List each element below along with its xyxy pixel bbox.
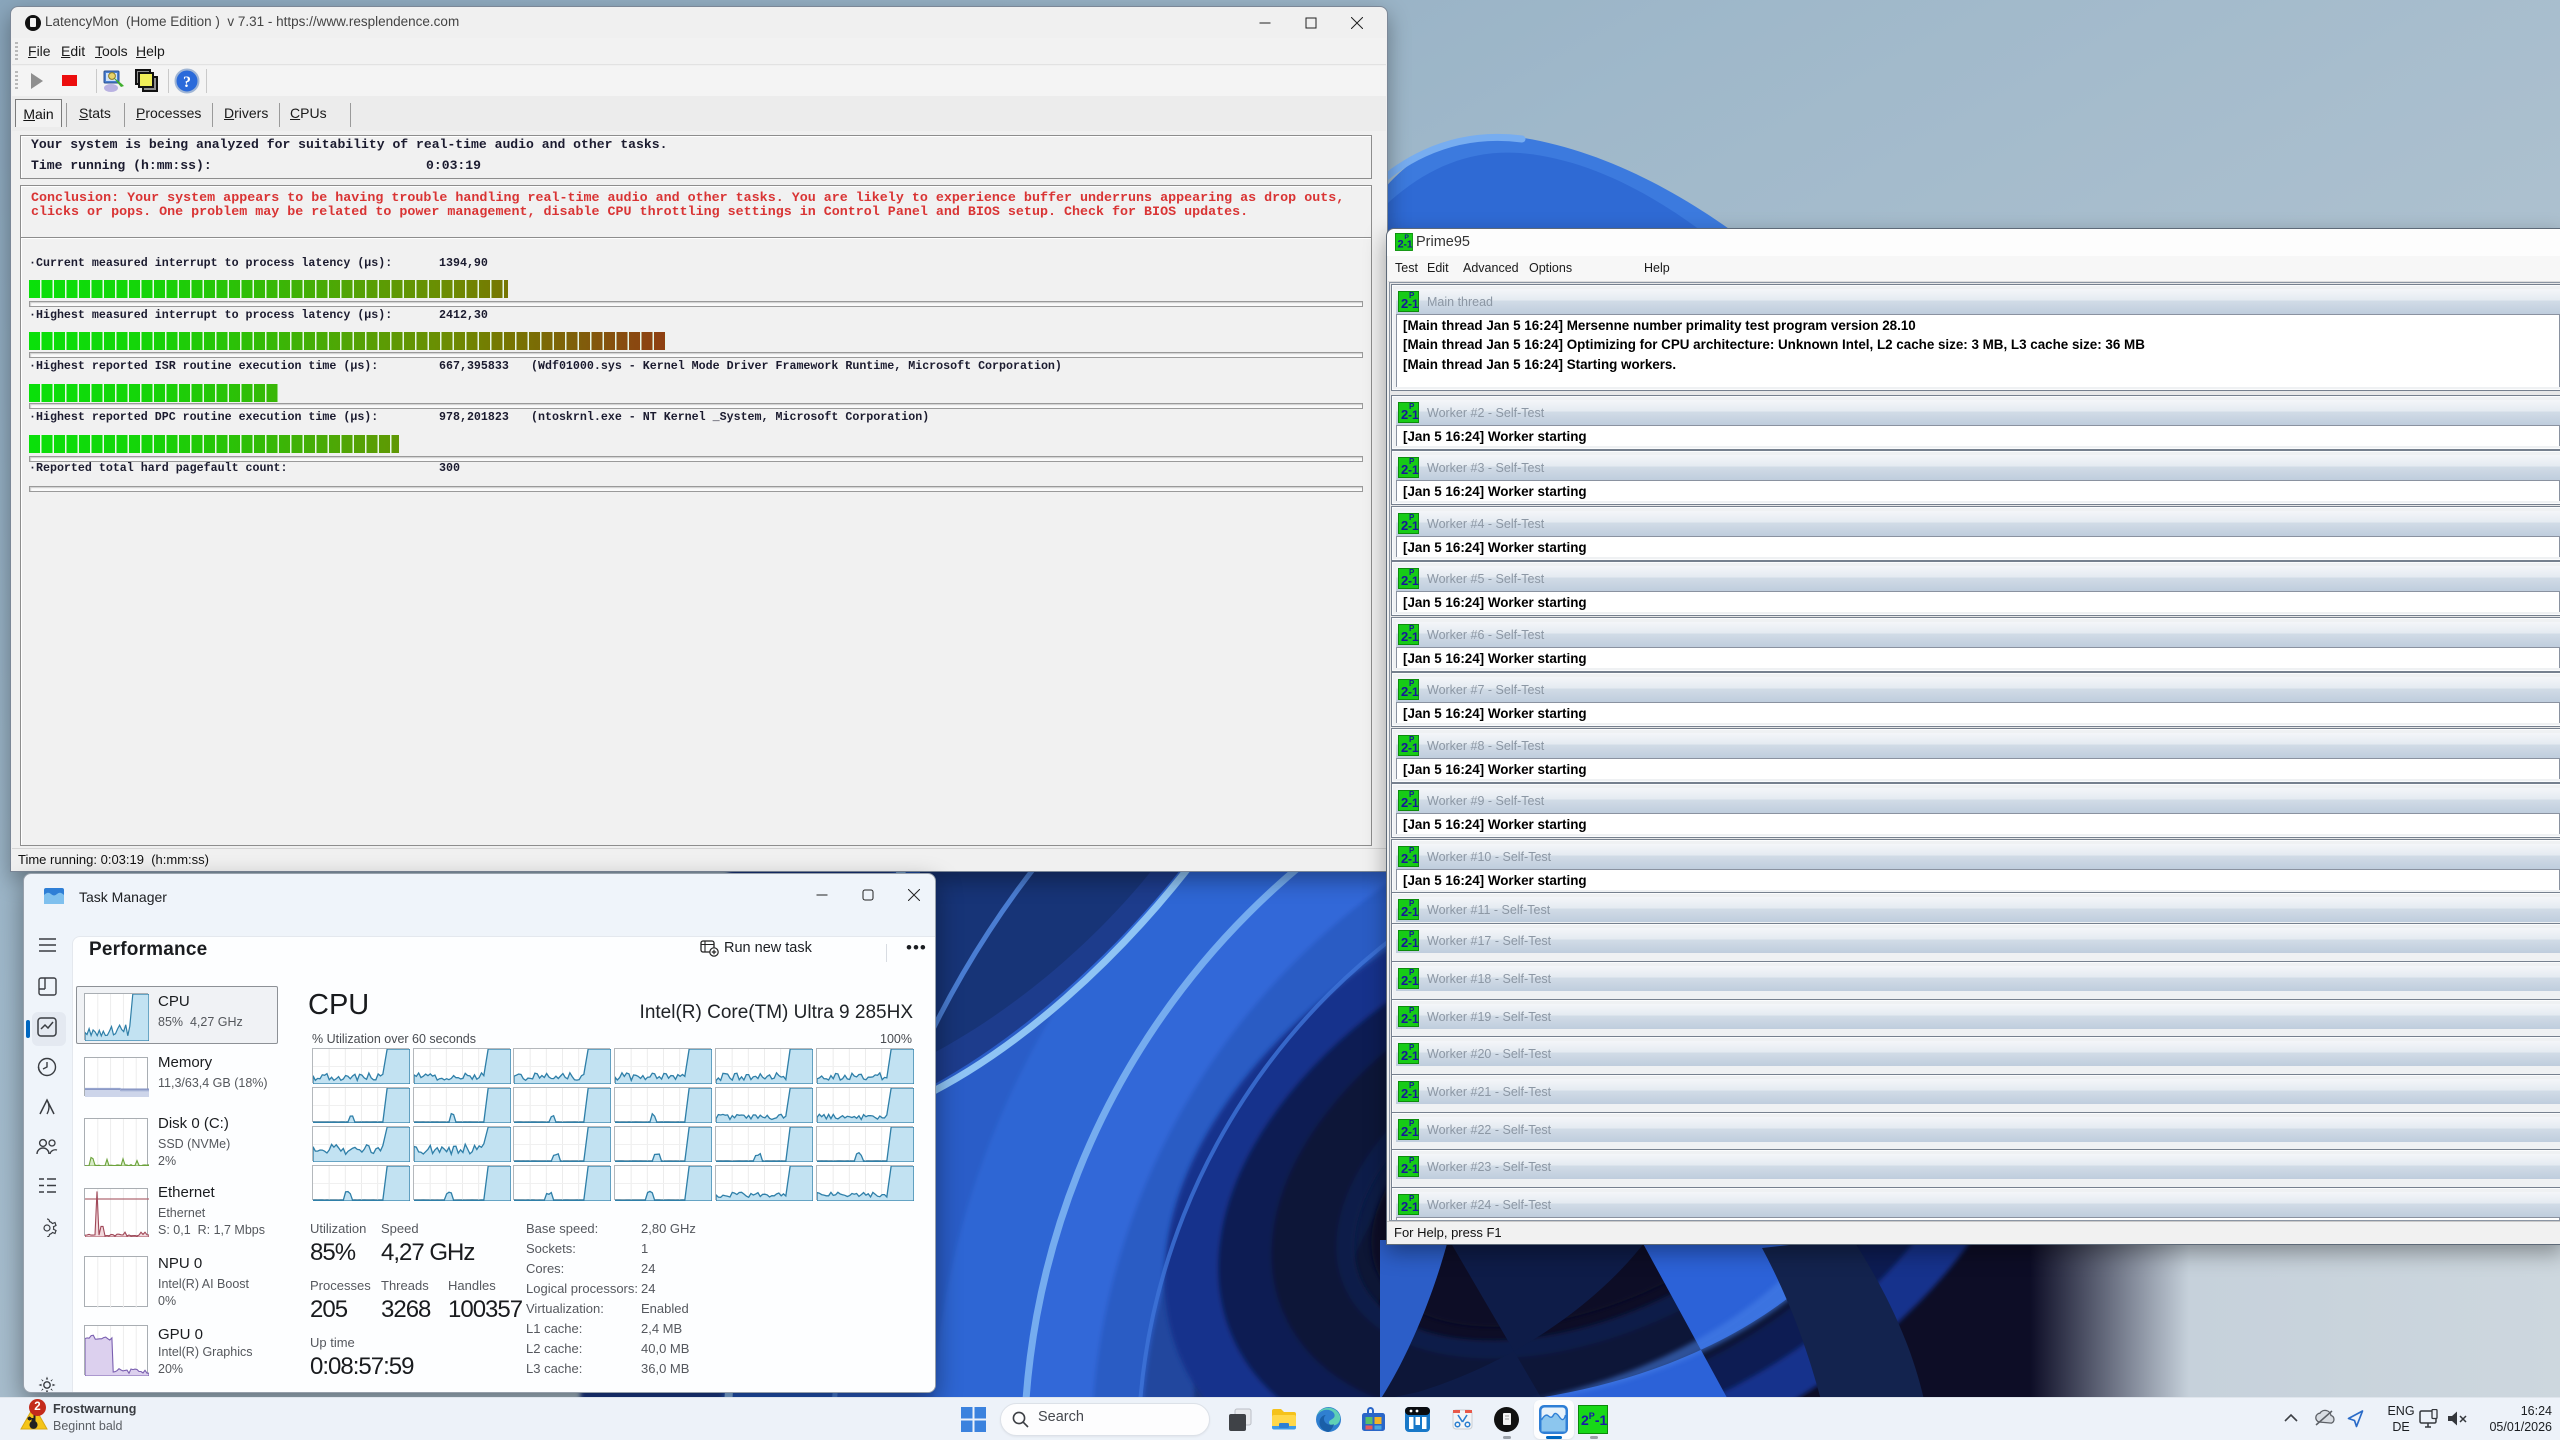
svg-text:?: ?	[183, 74, 191, 91]
